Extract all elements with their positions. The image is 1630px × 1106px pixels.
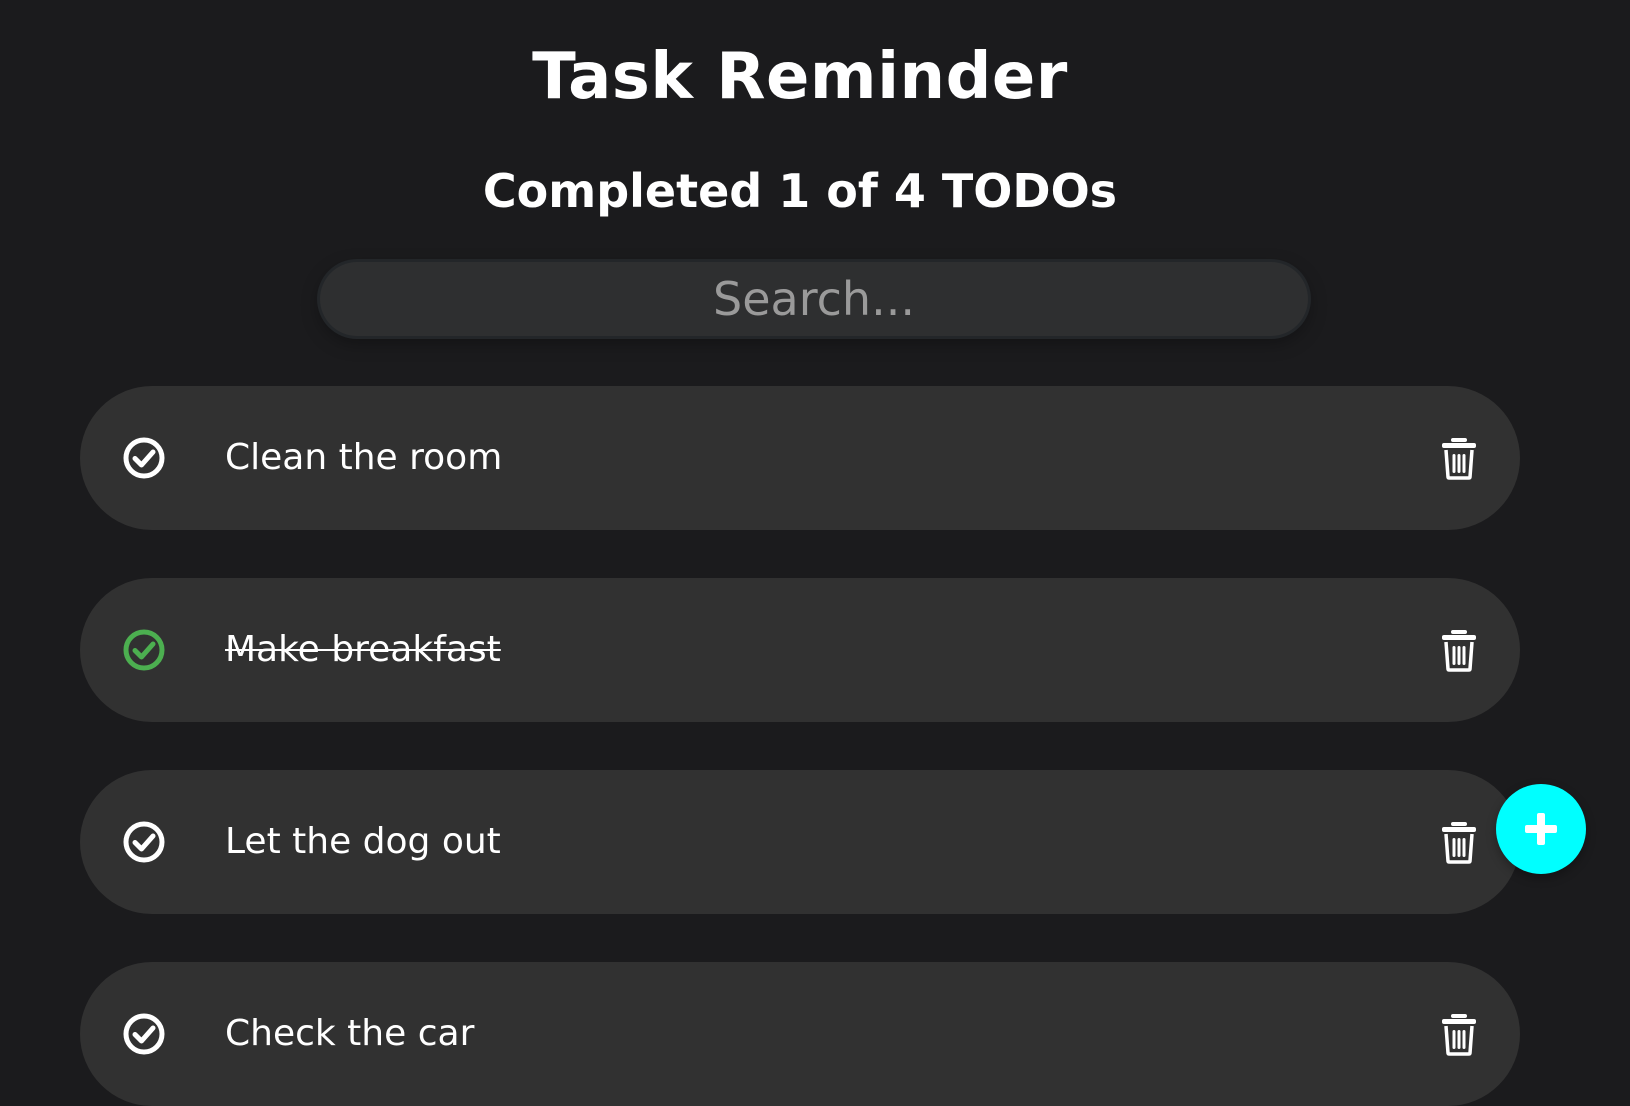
todo-item: Clean the room: [80, 386, 1520, 530]
todo-text: Clean the room: [225, 437, 503, 478]
todo-text: Make breakfast: [225, 629, 501, 670]
check-circle-icon[interactable]: [122, 436, 166, 480]
search-box: [320, 262, 1308, 336]
check-circle-icon[interactable]: [122, 628, 166, 672]
trash-icon[interactable]: [1440, 820, 1478, 864]
todo-text: Check the car: [225, 1013, 475, 1054]
plus-icon: [1523, 811, 1559, 847]
trash-icon[interactable]: [1440, 436, 1478, 480]
todo-list: Clean the room Make breakfast Let the do…: [80, 386, 1520, 1106]
add-todo-button[interactable]: [1496, 784, 1586, 874]
todo-counter: Completed 1 of 4 TODOs: [482, 164, 1118, 218]
check-circle-icon[interactable]: [122, 820, 166, 864]
trash-icon[interactable]: [1440, 1012, 1478, 1056]
search-input[interactable]: [320, 262, 1308, 336]
todo-item: Make breakfast: [80, 578, 1520, 722]
todo-item: Check the car: [80, 962, 1520, 1106]
todo-item: Let the dog out: [80, 770, 1520, 914]
trash-icon[interactable]: [1440, 628, 1478, 672]
todo-text: Let the dog out: [225, 821, 501, 862]
todo-app: Task Reminder Completed 1 of 4 TODOs Cle…: [0, 0, 1630, 1106]
check-circle-icon[interactable]: [122, 1012, 166, 1056]
page-title: Task Reminder: [532, 40, 1068, 114]
